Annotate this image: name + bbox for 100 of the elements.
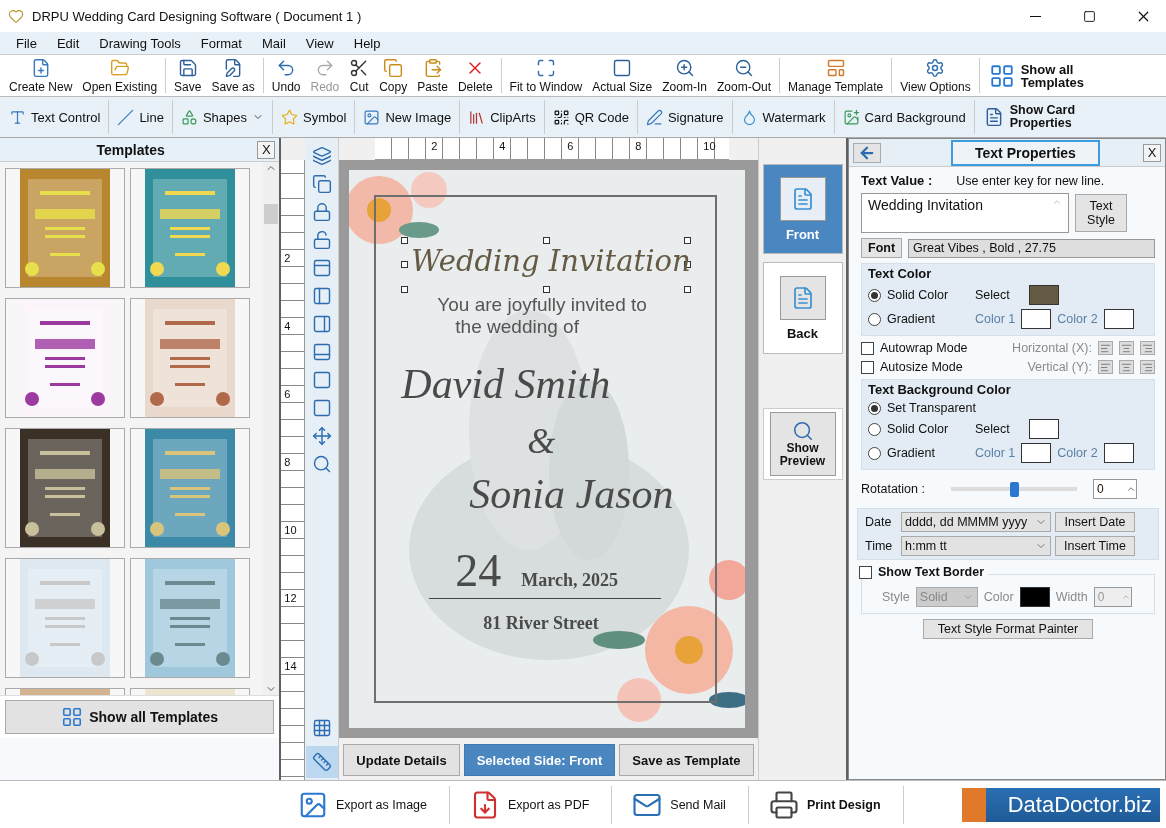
toolbar-button[interactable]: Zoom-In: [657, 55, 712, 96]
tool-icon-button[interactable]: [311, 258, 332, 278]
slider-thumb[interactable]: [1009, 481, 1019, 497]
color-swatch[interactable]: [1029, 285, 1059, 305]
align-button[interactable]: [1119, 341, 1134, 355]
template-thumbnail[interactable]: [130, 168, 250, 288]
align-button[interactable]: [1140, 360, 1155, 374]
tool-icon-button[interactable]: [311, 398, 332, 418]
export-button[interactable]: Export as PDF: [470, 785, 613, 824]
properties-tab[interactable]: Text Properties: [951, 139, 1100, 166]
toolbar-button[interactable]: Open Existing: [77, 55, 163, 96]
tool-button[interactable]: New Image: [358, 97, 457, 137]
show-all-templates-button[interactable]: Show all Templates: [5, 700, 275, 734]
card-title[interactable]: Wedding Invitation: [411, 244, 691, 278]
canvas-button[interactable]: Selected Side: Front: [463, 744, 616, 776]
canvas-button[interactable]: Save as Template: [619, 744, 754, 776]
tool-icon-button[interactable]: [311, 314, 332, 334]
radio-button[interactable]: [868, 422, 881, 436]
toolbar-button[interactable]: Cut: [344, 55, 375, 96]
scrollbar[interactable]: [263, 162, 280, 695]
toolbar-button[interactable]: Delete: [452, 55, 498, 96]
toolbar-button[interactable]: Save as: [206, 55, 260, 96]
checkbox[interactable]: [861, 360, 874, 374]
tool-icon-button[interactable]: [311, 286, 332, 306]
menu-item[interactable]: Edit: [46, 35, 90, 51]
template-thumbnail[interactable]: [5, 558, 125, 678]
format-dropdown[interactable]: dddd, dd MMMM yyyy: [901, 512, 1051, 532]
canvas-button[interactable]: Update Details: [343, 744, 460, 776]
toolbar-button[interactable]: Fit to Window: [504, 55, 588, 96]
tool-icon-button[interactable]: [311, 454, 332, 474]
export-button[interactable]: Export as Image: [298, 785, 450, 824]
align-button[interactable]: [1119, 360, 1134, 374]
font-button[interactable]: Font: [861, 238, 903, 258]
toolbar-button[interactable]: Create New: [4, 55, 78, 96]
align-button[interactable]: [1140, 341, 1155, 355]
tool-button[interactable]: Text Control: [4, 97, 106, 137]
toolbar-button[interactable]: Copy: [374, 55, 413, 96]
color-swatch[interactable]: [1029, 419, 1059, 439]
card-side-tab[interactable]: Back: [762, 262, 843, 354]
toolbar-button[interactable]: Paste: [412, 55, 453, 96]
ruler-toggle-button[interactable]: [305, 746, 338, 778]
back-button[interactable]: [853, 142, 881, 163]
toolbar-button[interactable]: Show all Templates: [982, 55, 1099, 96]
tool-icon-button[interactable]: [311, 426, 332, 446]
tool-button[interactable]: Line: [112, 97, 169, 137]
template-thumbnail[interactable]: [130, 558, 250, 678]
tool-icon-button[interactable]: [311, 174, 332, 194]
menu-item[interactable]: Mail: [251, 35, 296, 51]
color-swatch[interactable]: [1021, 443, 1052, 463]
color-swatch[interactable]: [1021, 309, 1052, 329]
tool-icon-button[interactable]: [311, 146, 332, 166]
text-style-button[interactable]: Text Style: [1075, 194, 1127, 232]
tool-button[interactable]: Shapes: [175, 97, 270, 137]
align-button[interactable]: [1098, 360, 1113, 374]
radio-button[interactable]: [868, 446, 881, 460]
tool-icon-button[interactable]: [311, 342, 332, 362]
template-thumbnail[interactable]: [5, 168, 125, 288]
toolbar-button[interactable]: View Options: [895, 55, 976, 96]
toolbar-button[interactable]: Actual Size: [587, 55, 658, 96]
menu-item[interactable]: Help: [343, 35, 391, 51]
tool-icon-button[interactable]: [311, 370, 332, 390]
export-button[interactable]: Send Mail: [632, 785, 749, 824]
menu-item[interactable]: Format: [190, 35, 252, 51]
toolbar-button[interactable]: Manage Template: [783, 55, 889, 96]
toolbar-button[interactable]: Save: [169, 55, 207, 96]
color-swatch[interactable]: [1019, 587, 1050, 607]
card-side-tab[interactable]: Front: [762, 164, 843, 254]
toolbar-button[interactable]: Zoom-Out: [711, 55, 776, 96]
close-button[interactable]: X: [1143, 143, 1161, 162]
radio-button[interactable]: [868, 312, 881, 326]
radio-button[interactable]: [868, 288, 881, 302]
insert-button[interactable]: Insert Date: [1055, 512, 1135, 532]
tool-button[interactable]: QR Code: [547, 97, 634, 137]
radio-button[interactable]: [868, 401, 881, 415]
tool-button[interactable]: Symbol: [276, 97, 352, 137]
tool-button[interactable]: Watermark: [735, 97, 831, 137]
menu-item[interactable]: View: [295, 35, 344, 51]
template-thumbnail[interactable]: [5, 428, 125, 548]
template-thumbnail[interactable]: [130, 428, 250, 548]
checkbox[interactable]: [861, 341, 874, 355]
format-dropdown[interactable]: h:mm tt: [901, 536, 1051, 556]
color-swatch[interactable]: [1103, 443, 1134, 463]
tool-button[interactable]: ClipArts: [463, 97, 541, 137]
tool-button[interactable]: Signature: [640, 97, 729, 137]
format-painter-button[interactable]: Text Style Format Painter: [923, 619, 1093, 639]
template-thumbnail[interactable]: [130, 298, 250, 418]
tool-icon-button[interactable]: [311, 202, 332, 222]
export-button[interactable]: Print Design: [768, 785, 904, 824]
color-swatch[interactable]: [1103, 309, 1134, 329]
text-value-field[interactable]: Wedding Invitation: [861, 193, 1069, 233]
checkbox[interactable]: [859, 565, 872, 579]
insert-button[interactable]: Insert Time: [1055, 536, 1135, 556]
show-preview-button[interactable]: Show Preview: [769, 412, 836, 476]
menu-item[interactable]: File: [6, 35, 47, 51]
menu-item[interactable]: Drawing Tools: [89, 35, 191, 51]
close-button[interactable]: X: [257, 140, 276, 159]
rotation-field[interactable]: 0: [1092, 479, 1137, 499]
scrollbar-thumb[interactable]: [264, 204, 279, 224]
tool-button[interactable]: Show Card Properties: [977, 97, 1088, 137]
toolbar-button[interactable]: Undo: [266, 55, 306, 96]
